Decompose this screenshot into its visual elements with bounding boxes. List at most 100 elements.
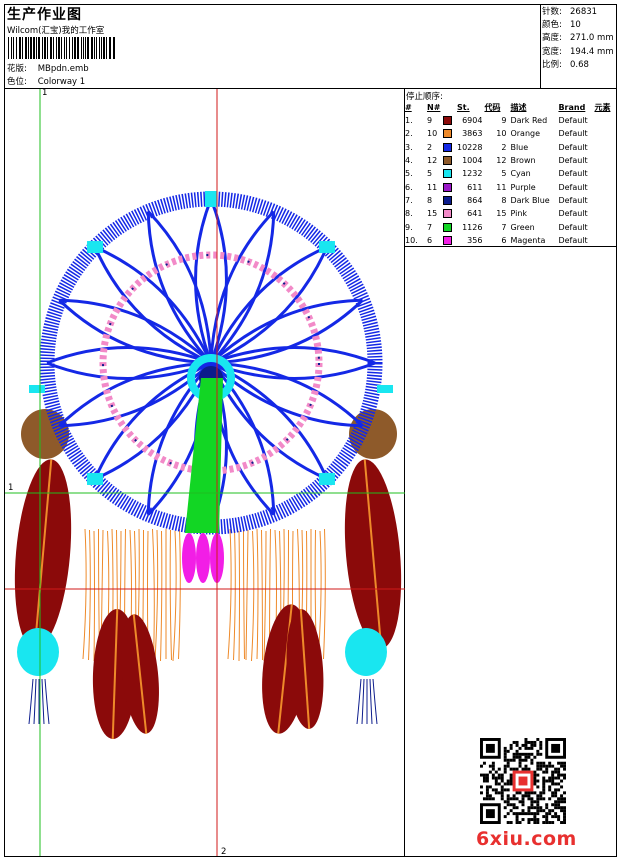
stat-label: 比例: (542, 59, 562, 70)
table-cell: Brown (510, 156, 536, 166)
embroidery-design (5, 89, 405, 856)
table-cell: 11 (427, 182, 438, 192)
design-file-label: 花版: (7, 64, 27, 74)
barcode-icon (8, 37, 115, 59)
table-cell (594, 154, 610, 167)
table-cell (594, 167, 610, 180)
table-row: 9. 7 1126 7 Green Default (405, 220, 610, 233)
col-header: N# (427, 103, 441, 112)
stat-scale: 比例: 0.68 (542, 59, 614, 72)
color-swatch-cell (443, 167, 457, 180)
color-swatch-cell (443, 220, 457, 233)
table-cell: 10228 (457, 142, 483, 152)
table-cell: 611 (467, 182, 483, 192)
table-cell (594, 234, 610, 247)
table-cell (594, 194, 610, 207)
table-cell: 5 (501, 169, 507, 179)
table-cell (594, 180, 610, 193)
color-swatch (443, 182, 452, 192)
table-cell (594, 220, 610, 233)
color-swatch (443, 129, 452, 139)
table-cell: Default (558, 142, 588, 152)
page-title: 生产作业图 (7, 7, 82, 23)
qr-code-icon (480, 738, 566, 824)
table-cell: 2. (405, 129, 413, 139)
stat-width: 宽度: 194.4 mm (542, 46, 614, 59)
table-cell: Default (558, 209, 588, 219)
table-cell: Dark Blue (510, 195, 550, 205)
table-cell: Cyan (510, 169, 531, 179)
table-cell: Default (558, 222, 588, 232)
colorway-row: 色位: Colorway 1 (7, 75, 85, 87)
table-row: 3. 2 10228 2 Blue Default (405, 141, 610, 154)
color-swatch-cell (443, 114, 457, 127)
stats-divider (540, 4, 541, 88)
table-row: 5. 5 1232 5 Cyan Default (405, 167, 610, 180)
table-cell: 9. (405, 222, 413, 232)
stat-value: 0.68 (570, 59, 589, 70)
table-cell: 8 (501, 195, 507, 205)
axis-label-left: 1 (8, 483, 14, 493)
colorway-value: Colorway 1 (37, 77, 86, 87)
table-cell: 356 (467, 235, 483, 245)
site-logo: 6xiu.com (476, 828, 577, 850)
stat-height: 高度: 271.0 mm (542, 32, 614, 45)
colorway-label: 色位: (7, 77, 27, 87)
table-cell: 9 (427, 116, 433, 126)
table-cell: 5. (405, 169, 413, 179)
table-cell: 6 (427, 235, 433, 245)
table-cell (594, 141, 610, 154)
table-cell: 7 (501, 222, 507, 232)
table-cell: 1232 (462, 169, 483, 179)
table-cell: 1126 (462, 222, 483, 232)
table-cell: 1004 (462, 156, 483, 166)
col-header-swatch (443, 101, 457, 114)
table-cell: Default (558, 235, 588, 245)
color-swatch (443, 156, 452, 166)
table-cell: 8 (427, 195, 433, 205)
table-row: 2. 10 3863 10 Orange Default (405, 127, 610, 140)
stat-value: 271.0 mm (570, 33, 614, 44)
color-swatch (443, 235, 452, 245)
table-cell: Default (558, 129, 588, 139)
table-cell: 3. (405, 142, 413, 152)
stat-stitches: 针数: 26831 (542, 6, 614, 19)
table-row: 6. 11 611 11 Purple Default (405, 180, 610, 193)
color-swatch-cell (443, 180, 457, 193)
table-cell: 5 (427, 169, 433, 179)
stat-value: 26831 (570, 7, 598, 17)
table-cell: 6904 (462, 116, 483, 126)
table-cell: 2 (427, 142, 433, 152)
table-cell: Default (558, 116, 588, 126)
design-file-row: 花版: MBpdn.emb (7, 62, 89, 74)
table-cell (594, 127, 610, 140)
company-name: Wilcom(汇宝)我的工作室 (7, 26, 105, 36)
table-cell: 2 (501, 142, 507, 152)
stat-value: 10 (570, 20, 581, 31)
table-cell: 10 (496, 129, 507, 139)
table-cell: 12 (496, 156, 507, 166)
table-cell: 9 (501, 116, 507, 126)
col-header: Brand (558, 103, 586, 112)
table-cell (594, 207, 610, 220)
table-cell: 6. (405, 182, 413, 192)
table-cell: 12 (427, 156, 438, 166)
color-swatch-cell (443, 194, 457, 207)
color-swatch-cell (443, 127, 457, 140)
col-header: # (405, 103, 412, 112)
table-cell: Default (558, 195, 588, 205)
table-cell: Default (558, 169, 588, 179)
table-cell: Dark Red (510, 116, 548, 126)
table-cell: Blue (510, 142, 529, 152)
col-header: 描述 (510, 103, 527, 112)
color-swatch-cell (443, 141, 457, 154)
table-cell (594, 114, 610, 127)
table-cell: 6 (501, 235, 507, 245)
table-cell: 10 (427, 129, 438, 139)
table-row: 1. 9 6904 9 Dark Red Default (405, 114, 610, 127)
color-swatch (443, 209, 452, 219)
table-cell: Purple (510, 182, 536, 192)
table-row: 10. 6 356 6 Magenta Default (405, 234, 610, 247)
color-swatch (443, 116, 452, 126)
stop-sequence-table: # N# St. 代码 描述 Brand 元素 1. 9 6904 9 Dark Red… (405, 101, 610, 247)
